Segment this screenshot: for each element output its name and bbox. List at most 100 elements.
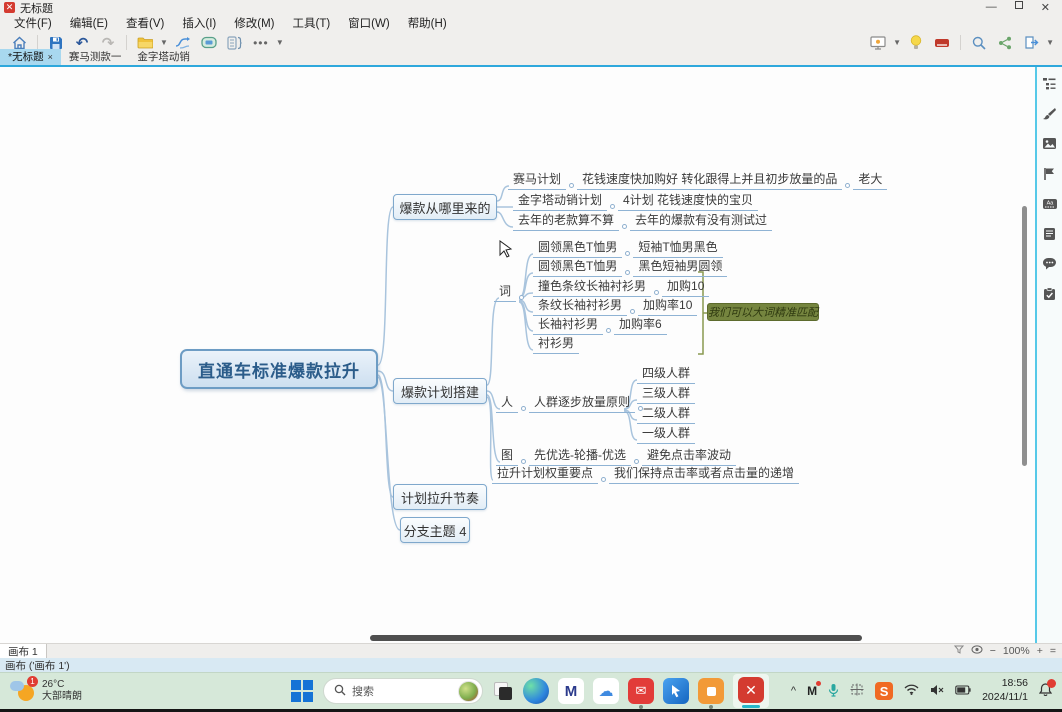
zoom-search-icon[interactable]: [969, 34, 989, 52]
active-app-highlight[interactable]: ✕: [733, 674, 769, 708]
topic[interactable]: 去年的老款算不算: [513, 211, 619, 231]
topic-word[interactable]: 词: [494, 282, 516, 302]
orange-app-icon[interactable]: [698, 678, 724, 704]
tray-m-icon[interactable]: M: [807, 684, 817, 698]
topic[interactable]: 我们保持点击率或者点击量的递增: [609, 464, 799, 484]
preview-eye-icon[interactable]: [971, 645, 983, 657]
menu-insert[interactable]: 插入(I): [174, 14, 224, 32]
topic[interactable]: 避免点击率波动: [642, 446, 736, 466]
flag-icon[interactable]: [1041, 165, 1058, 182]
minimize-button[interactable]: —: [986, 1, 997, 14]
image-icon[interactable]: [1041, 135, 1058, 152]
topic[interactable]: 人群逐步放量原则: [529, 393, 635, 413]
topic[interactable]: 条纹长袖衬衫男: [533, 296, 627, 316]
sogou-icon[interactable]: S: [875, 682, 893, 700]
close-button[interactable]: ✕: [1041, 1, 1050, 14]
topic[interactable]: 金字塔动销计划: [513, 191, 607, 211]
mindmap-canvas[interactable]: 直通车标准爆款拉升 爆款从哪里来的 爆款计划搭建 计划拉升节奏 分支主题 4 赛…: [0, 67, 1035, 643]
branch-where-from[interactable]: 爆款从哪里来的: [393, 194, 497, 220]
topic[interactable]: 老大: [853, 170, 887, 190]
topic[interactable]: 短袖T恤男黑色: [633, 238, 722, 258]
topic[interactable]: 4计划 花钱速度快的宝贝: [618, 191, 758, 211]
topic[interactable]: 赛马计划: [508, 170, 566, 190]
task-view-button[interactable]: [492, 680, 514, 702]
export-dropdown-icon[interactable]: ▼: [1046, 38, 1054, 47]
zoom-in-button[interactable]: +: [1037, 645, 1043, 657]
marker-icon[interactable]: [932, 34, 952, 52]
pointer-app-icon[interactable]: [663, 678, 689, 704]
presentation-icon[interactable]: [868, 34, 888, 52]
vertical-scrollbar[interactable]: [1022, 206, 1027, 466]
topic[interactable]: 圆领黑色T恤男: [533, 238, 622, 258]
menu-modify[interactable]: 修改(M): [226, 14, 282, 32]
branch-subtopic-4[interactable]: 分支主题 4: [400, 517, 470, 543]
xmind-icon[interactable]: ✕: [738, 677, 764, 703]
menu-view[interactable]: 查看(V): [118, 14, 172, 32]
task-icon[interactable]: [1041, 285, 1058, 302]
topic[interactable]: 先优选-轮播-优选: [529, 446, 631, 466]
m-app-icon[interactable]: M: [558, 678, 584, 704]
battery-icon[interactable]: [955, 684, 971, 698]
topic[interactable]: 四级人群: [637, 364, 695, 384]
more-dropdown-icon[interactable]: ▼: [276, 38, 284, 47]
screenshot-icon[interactable]: [850, 683, 864, 699]
clock[interactable]: 18:56 2024/11/1: [982, 677, 1028, 704]
tab-untitled[interactable]: *无标题×: [0, 49, 61, 65]
horizontal-scrollbar[interactable]: [370, 635, 862, 641]
presentation-dropdown-icon[interactable]: ▼: [893, 38, 901, 47]
topic-people[interactable]: 人: [496, 393, 518, 413]
format-brush-icon[interactable]: [1041, 105, 1058, 122]
filter-icon[interactable]: [954, 645, 964, 657]
topic[interactable]: 长袖衬衫男: [533, 315, 603, 335]
zoom-fit-button[interactable]: =: [1050, 645, 1056, 657]
central-topic[interactable]: 直通车标准爆款拉升: [180, 349, 378, 389]
search-box[interactable]: 搜索: [323, 678, 483, 704]
branch-plan-build[interactable]: 爆款计划搭建: [393, 378, 487, 404]
tab-jinzita[interactable]: 金字塔动销: [129, 49, 198, 65]
topic-pic[interactable]: 图: [496, 446, 518, 466]
mail-app-icon[interactable]: ✉: [628, 678, 654, 704]
comment-icon[interactable]: [1041, 255, 1058, 272]
topic[interactable]: 二级人群: [637, 404, 695, 424]
topic[interactable]: 去年的爆款有没有测试过: [630, 211, 772, 231]
tray-expand-icon[interactable]: ^: [791, 685, 796, 697]
topic[interactable]: 加购率6: [614, 315, 667, 335]
sheet-tab-canvas1[interactable]: 画布 1: [0, 644, 47, 659]
menu-window[interactable]: 窗口(W): [340, 14, 398, 32]
weather-widget[interactable]: 1 26°C 大部晴朗: [0, 679, 290, 704]
sticker-label-icon[interactable]: Aa: [1041, 195, 1058, 212]
more-tools-icon[interactable]: •••: [251, 34, 271, 52]
menu-tools[interactable]: 工具(T): [284, 14, 338, 32]
topic[interactable]: 撞色条纹长袖衬衫男: [533, 277, 651, 297]
summary-topic[interactable]: 我们可以大词精准匹配: [707, 303, 819, 321]
start-button[interactable]: [290, 679, 314, 703]
topic[interactable]: 衬衫男: [533, 334, 579, 354]
share-icon[interactable]: [995, 34, 1015, 52]
topic[interactable]: 圆领黑色T恤男: [533, 257, 622, 277]
wifi-icon[interactable]: [904, 684, 919, 698]
export-icon[interactable]: [1021, 34, 1041, 52]
menu-help[interactable]: 帮助(H): [400, 14, 455, 32]
cloud-app-icon[interactable]: ☁: [593, 678, 619, 704]
restore-button[interactable]: [1015, 1, 1023, 9]
lightbulb-icon[interactable]: [906, 34, 926, 52]
menu-file[interactable]: 文件(F): [6, 14, 60, 32]
notification-bell-icon[interactable]: [1039, 683, 1052, 699]
boundary-icon[interactable]: [199, 34, 219, 52]
topic[interactable]: 一级人群: [637, 424, 695, 444]
notes-icon[interactable]: [1041, 225, 1058, 242]
topic[interactable]: 三级人群: [637, 384, 695, 404]
summary-icon[interactable]: [225, 34, 245, 52]
zoom-out-button[interactable]: −: [990, 645, 996, 657]
outline-icon[interactable]: [1041, 75, 1058, 92]
topic[interactable]: 花钱速度快加购好 转化跟得上并且初步放量的品: [577, 170, 842, 190]
topic[interactable]: 黑色短袖男圆领: [633, 257, 727, 277]
microphone-icon[interactable]: [828, 683, 839, 700]
branch-lift-rhythm[interactable]: 计划拉升节奏: [393, 484, 487, 510]
tab-close-icon[interactable]: ×: [48, 52, 53, 62]
topic[interactable]: 加购10: [662, 277, 709, 297]
edge-icon[interactable]: [523, 678, 549, 704]
search-highlight-avatar[interactable]: [458, 681, 479, 702]
theme-dropdown-icon[interactable]: ▼: [160, 38, 168, 47]
topic[interactable]: 加购率10: [638, 296, 697, 316]
